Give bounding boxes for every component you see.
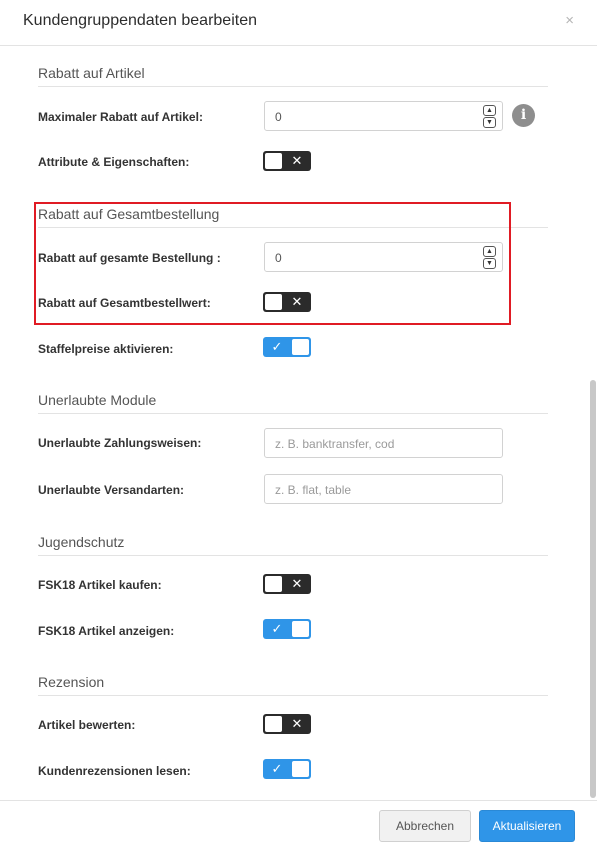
rezensionen-lesen-label: Kundenrezensionen lesen: bbox=[38, 764, 191, 778]
section-rezension: Rezension bbox=[38, 674, 548, 696]
info-icon[interactable]: i bbox=[512, 104, 535, 127]
zahlungsweisen-label: Unerlaubte Zahlungsweisen: bbox=[38, 436, 202, 450]
close-icon[interactable]: × bbox=[565, 13, 574, 29]
fsk18-kaufen-toggle[interactable]: ✕ bbox=[263, 574, 311, 594]
toggle-knob bbox=[292, 761, 309, 777]
highlight-box bbox=[34, 202, 511, 325]
update-button[interactable]: Aktualisieren bbox=[479, 810, 575, 842]
attribute-toggle[interactable]: ✕ bbox=[263, 151, 311, 171]
fsk18-kaufen-label: FSK18 Artikel kaufen: bbox=[38, 578, 162, 592]
check-icon: ✓ bbox=[271, 621, 283, 636]
versandarten-label: Unerlaubte Versandarten: bbox=[38, 483, 185, 497]
toggle-knob bbox=[292, 339, 309, 355]
toggle-knob bbox=[292, 621, 309, 637]
max-rabatt-label: Maximaler Rabatt auf Artikel: bbox=[38, 110, 203, 124]
artikel-bewerten-toggle[interactable]: ✕ bbox=[263, 714, 311, 734]
dialog-content: Rabatt auf Artikel Maximaler Rabatt auf … bbox=[0, 47, 597, 800]
fsk18-anzeigen-label: FSK18 Artikel anzeigen: bbox=[38, 624, 175, 638]
versandarten-placeholder: z. B. flat, table bbox=[275, 483, 352, 497]
section-jugendschutz: Jugendschutz bbox=[38, 534, 548, 556]
rezensionen-lesen-toggle[interactable]: ✓ bbox=[263, 759, 311, 779]
toggle-knob bbox=[265, 153, 282, 169]
zahlungsweisen-input[interactable]: z. B. banktransfer, cod bbox=[264, 428, 503, 458]
check-icon: ✓ bbox=[271, 761, 283, 776]
check-icon: ✓ bbox=[271, 339, 283, 354]
attribute-label: Attribute & Eigenschaften: bbox=[38, 155, 190, 169]
staffelpreise-label: Staffelpreise aktivieren: bbox=[38, 342, 174, 356]
scrollbar[interactable] bbox=[590, 380, 596, 798]
section-rabatt-artikel: Rabatt auf Artikel bbox=[38, 65, 548, 87]
versandarten-input[interactable]: z. B. flat, table bbox=[264, 474, 503, 504]
close-icon: ✕ bbox=[291, 576, 303, 591]
staffelpreise-toggle[interactable]: ✓ bbox=[263, 337, 311, 357]
toggle-knob bbox=[265, 716, 282, 732]
dialog-title: Kundengruppendaten bearbeiten bbox=[23, 12, 257, 29]
chevron-up-icon[interactable]: ▲ bbox=[483, 105, 496, 116]
cancel-button[interactable]: Abbrechen bbox=[379, 810, 471, 842]
chevron-down-icon[interactable]: ▼ bbox=[483, 117, 496, 128]
toggle-knob bbox=[265, 576, 282, 592]
artikel-bewerten-label: Artikel bewerten: bbox=[38, 718, 136, 732]
max-rabatt-value: 0 bbox=[275, 110, 282, 124]
zahlungsweisen-placeholder: z. B. banktransfer, cod bbox=[275, 437, 395, 451]
max-rabatt-input[interactable]: 0 ▲ ▼ bbox=[264, 101, 503, 131]
dialog-footer: Abbrechen Aktualisieren bbox=[0, 800, 597, 847]
fsk18-anzeigen-toggle[interactable]: ✓ bbox=[263, 619, 311, 639]
max-rabatt-stepper[interactable]: ▲ ▼ bbox=[483, 105, 497, 129]
close-icon: ✕ bbox=[291, 153, 303, 168]
close-icon: ✕ bbox=[291, 716, 303, 731]
dialog-header: Kundengruppendaten bearbeiten × bbox=[0, 0, 597, 46]
section-unerlaubte-module: Unerlaubte Module bbox=[38, 392, 548, 414]
